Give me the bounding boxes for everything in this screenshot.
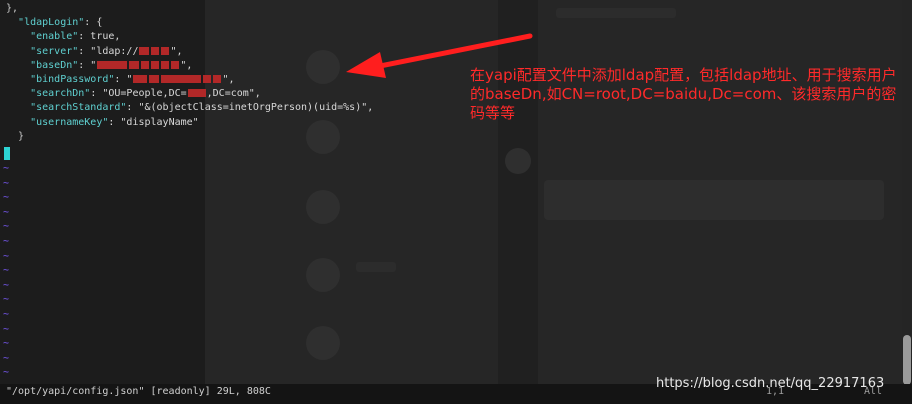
redaction-mark xyxy=(141,60,150,69)
code-line: "enable": true, xyxy=(6,30,373,44)
json-key: "server" xyxy=(30,45,79,57)
json-value-tail: ,DC=com", xyxy=(206,88,261,100)
code-brace: } xyxy=(18,130,25,142)
json-value-tail: ", xyxy=(170,45,183,57)
background-avatar xyxy=(306,326,340,360)
redaction-mark xyxy=(129,60,140,69)
background-avatar xyxy=(306,258,340,292)
json-key: "ldapLogin" xyxy=(18,17,85,29)
json-key: "enable" xyxy=(30,31,79,43)
redaction-mark xyxy=(151,46,160,55)
redaction-mark xyxy=(171,60,180,69)
code-line: } xyxy=(6,130,373,144)
json-value: : "&(objectClass=inetOrgPerson)(uid=%s)"… xyxy=(126,102,374,114)
background-avatar xyxy=(505,148,531,174)
code-area[interactable]: }, "ldapLogin": { "enable": true, "serve… xyxy=(6,2,373,144)
json-key: "searchStandard" xyxy=(30,102,127,114)
annotation-note: 在yapi配置文件中添加ldap配置，包括ldap地址、用于搜索用户的baseD… xyxy=(470,66,897,122)
redaction-mark xyxy=(161,74,202,83)
json-value: : "displayName" xyxy=(108,116,199,128)
code-line: "baseDn": " ", xyxy=(6,59,373,73)
json-key: "searchDn" xyxy=(30,88,91,100)
background-message-bubble xyxy=(544,180,884,220)
code-line: "ldapLogin": { xyxy=(6,16,373,30)
json-value: : " xyxy=(78,59,97,71)
text-cursor xyxy=(4,147,10,160)
empty-line-markers: ~ ~ ~ ~ ~ ~ ~ ~ ~ ~ ~ ~ ~ ~ ~ xyxy=(3,163,10,379)
code-line: }, xyxy=(6,2,373,16)
json-key: "usernameKey" xyxy=(30,116,109,128)
code-brace: }, xyxy=(6,3,19,14)
redaction-mark xyxy=(203,74,212,83)
redaction-mark xyxy=(161,46,170,55)
background-text-line xyxy=(556,8,676,18)
code-line: "searchDn": "OU=People,DC= ,DC=com", xyxy=(6,87,373,101)
redaction-mark xyxy=(139,46,150,55)
terminal-window: }, "ldapLogin": { "enable": true, "serve… xyxy=(0,0,912,404)
json-value: : "OU=People,DC= xyxy=(90,88,187,100)
background-avatar xyxy=(306,190,340,224)
json-value-tail: ", xyxy=(180,59,193,71)
redaction-mark xyxy=(151,60,160,69)
json-value-tail: ", xyxy=(222,73,235,85)
code-line: "bindPassword": " ", xyxy=(6,73,373,87)
json-value: : true, xyxy=(78,31,121,43)
code-line: "server": "ldap:// ", xyxy=(6,45,373,59)
json-value: : { xyxy=(84,17,103,29)
status-file-info: "/opt/yapi/config.json" [readonly] 29L, … xyxy=(6,386,271,397)
redaction-mark xyxy=(161,60,170,69)
redaction-mark xyxy=(97,60,128,69)
code-line: "usernameKey": "displayName" xyxy=(6,116,373,130)
redaction-mark xyxy=(133,74,148,83)
scrollbar-track[interactable] xyxy=(902,0,912,380)
scrollbar-thumb[interactable] xyxy=(903,335,911,385)
redaction-mark xyxy=(149,74,160,83)
watermark-url: https://blog.csdn.net/qq_22917163 xyxy=(656,376,885,391)
redaction-mark xyxy=(213,74,222,83)
background-text-line xyxy=(356,262,396,272)
json-value: : " xyxy=(114,73,133,85)
json-value: : "ldap:// xyxy=(78,45,139,57)
json-key: "baseDn" xyxy=(30,59,79,71)
json-key: "bindPassword" xyxy=(30,73,115,85)
redaction-mark xyxy=(187,89,206,98)
code-line: "searchStandard": "&(objectClass=inetOrg… xyxy=(6,101,373,115)
